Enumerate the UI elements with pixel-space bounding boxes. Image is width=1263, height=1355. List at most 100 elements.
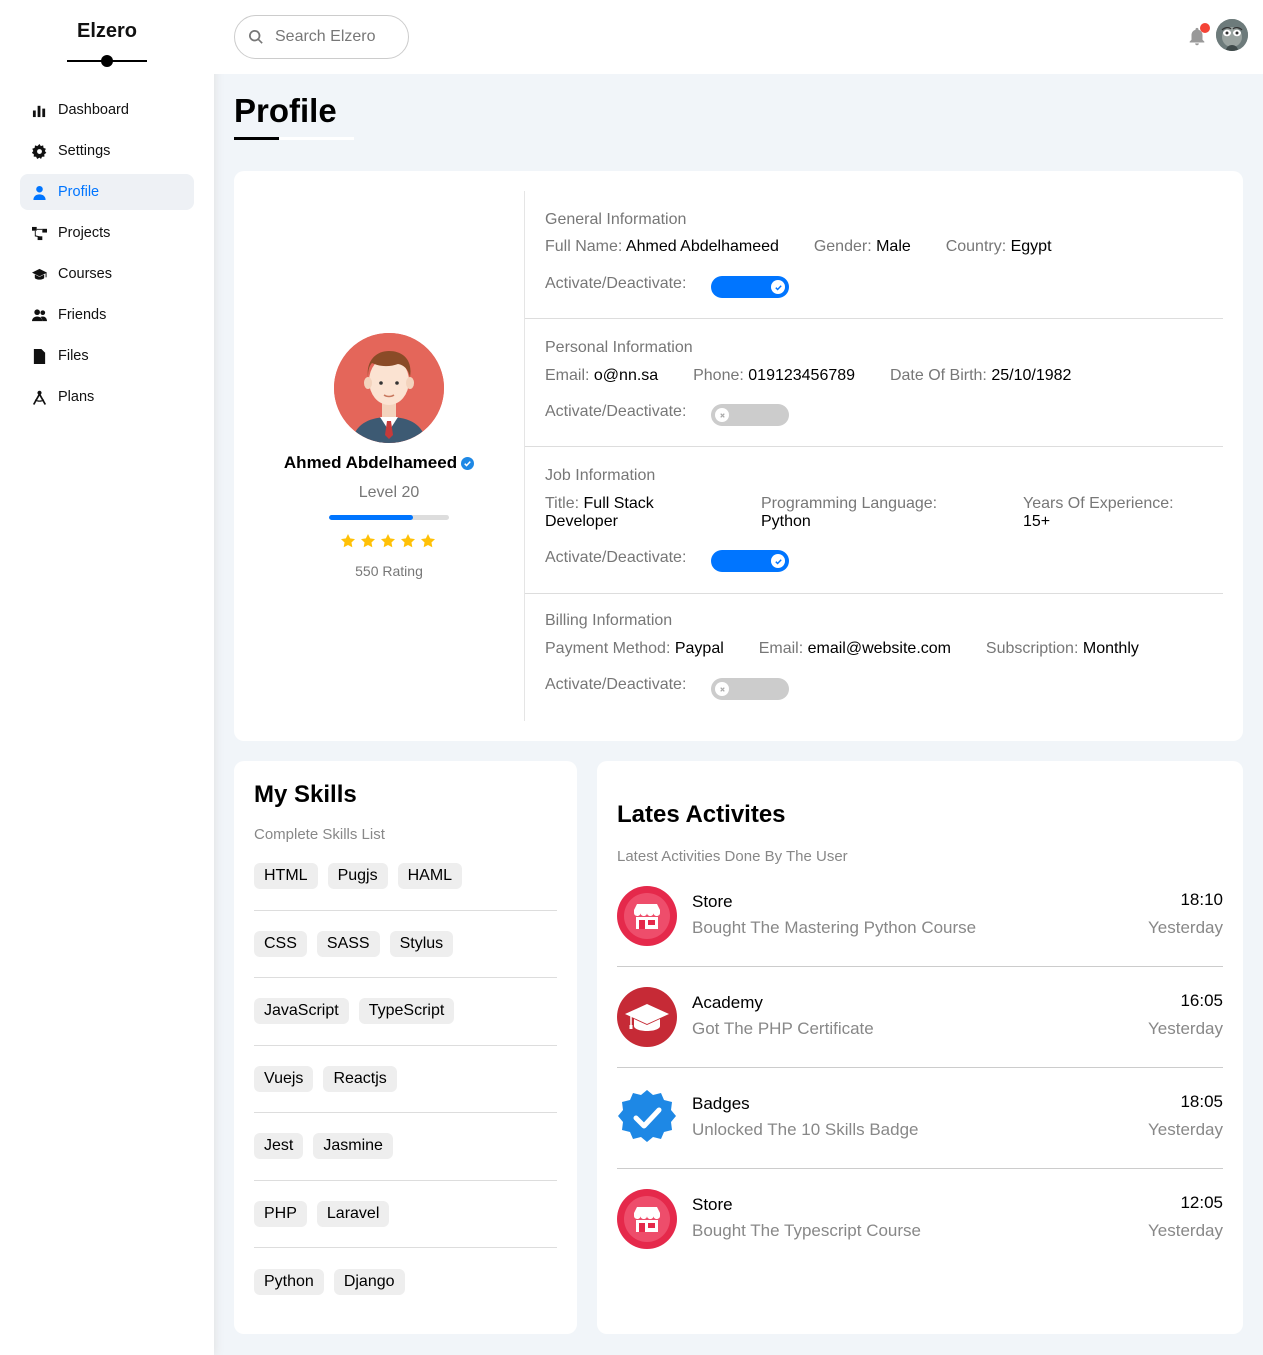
activity-time: 18:10 (1180, 890, 1223, 909)
activity-description: Unlocked The 10 Skills Badge (692, 1120, 919, 1139)
sidebar-item-courses[interactable]: Courses (20, 256, 194, 292)
gender-label: Gender: (813, 238, 872, 255)
skill-tag: SASS (316, 930, 380, 957)
general-toggle[interactable] (711, 276, 789, 298)
dob-value: 25/10/1982 (991, 367, 1072, 384)
search-input[interactable] (275, 28, 395, 46)
years-experience-field: Years Of Experience: 15+ (1023, 495, 1223, 531)
star-icon (381, 534, 395, 548)
activity-day: Yesterday (1148, 1019, 1223, 1038)
top-header (214, 0, 1263, 74)
section-title: Personal Information (545, 339, 693, 356)
sidebar-item-plans[interactable]: Plans (20, 379, 194, 415)
skill-row: JavaScript TypeScript (254, 978, 557, 1046)
skills-card: My Skills Complete Skills List HTML Pugjs… (234, 761, 577, 1334)
skill-tag: Python (254, 1268, 324, 1295)
full-name-value: Ahmed Abdelhameed (625, 238, 779, 255)
search-box[interactable] (234, 15, 409, 59)
sidebar-item-label: Projects (58, 225, 111, 241)
activity-item[interactable]: Store Bought The Typescript Course 12:05 Ye… (617, 1169, 1223, 1270)
job-info-section: Job Information Title: Full Stack Develo… (525, 447, 1223, 594)
activity-time: 18:05 (1180, 1092, 1223, 1111)
star-icon (401, 534, 415, 548)
phone-value: 019123456789 (748, 367, 856, 384)
skill-row: PHP Laravel (254, 1181, 557, 1248)
graduation-cap-icon (30, 265, 48, 283)
phone-label: Phone: (693, 367, 744, 384)
gear-icon (30, 142, 48, 160)
activity-title: Badges (692, 1094, 750, 1113)
toggle-label: Activate/Deactivate: (545, 403, 687, 420)
toggle-label: Activate/Deactivate: (545, 676, 687, 693)
sidebar-item-settings[interactable]: Settings (20, 133, 194, 169)
lang-value: Python (761, 513, 811, 530)
activity-title: Academy (692, 993, 763, 1012)
personal-toggle[interactable] (711, 404, 789, 426)
gender-value: Male (876, 238, 911, 255)
toggle-label: Activate/Deactivate: (545, 275, 687, 292)
billing-email-value: email@website.com (807, 640, 951, 657)
search-icon (249, 30, 263, 44)
email-value: o@nn.sa (593, 367, 659, 384)
x-icon (715, 408, 729, 422)
billing-email-label: Email: (758, 640, 804, 657)
skill-row: Vuejs Reactjs (254, 1046, 557, 1113)
job-title-field: Title: Full Stack Developer (545, 495, 695, 531)
chart-bar-icon (30, 101, 48, 119)
page-title: Profile (234, 92, 337, 129)
skill-tag: Vuejs (254, 1065, 314, 1092)
activity-item[interactable]: Academy Got The PHP Certificate 16:05 Yeste… (617, 967, 1223, 1068)
activity-day: Yesterday (1148, 1120, 1223, 1139)
section-title: Job Information (545, 467, 656, 484)
skills-title: My Skills (254, 781, 357, 808)
skills-subtitle: Complete Skills List (254, 826, 385, 843)
rating-stars (340, 533, 436, 549)
sidebar: Elzero Dashboard Settings Profile Projec… (0, 0, 214, 1355)
skill-tag: HTML (254, 863, 318, 890)
sidebar-item-friends[interactable]: Friends (20, 297, 194, 333)
sidebar-item-projects[interactable]: Projects (20, 215, 194, 251)
lang-label: Programming Language: (761, 495, 938, 512)
years-label: Years Of Experience: (1023, 495, 1174, 512)
academy-icon (617, 987, 677, 1047)
activity-item[interactable]: Badges Unlocked The 10 Skills Badge 18:05 Y… (617, 1068, 1223, 1169)
billing-info-row: Payment Method: Paypal Email: email@webs… (545, 640, 1139, 658)
toggle-label: Activate/Deactivate: (545, 549, 687, 566)
activities-title: Lates Activites (617, 801, 786, 828)
billing-info-section: Billing Information Payment Method: Payp… (525, 594, 1223, 721)
user-icon (30, 183, 48, 201)
activity-item[interactable]: Store Bought The Mastering Python Course 1… (617, 866, 1223, 967)
skill-row: Jest Jasmine (254, 1113, 557, 1181)
sidebar-item-label: Friends (58, 307, 107, 323)
store-icon (617, 1189, 677, 1249)
job-toggle[interactable] (711, 550, 789, 572)
sidebar-item-label: Dashboard (58, 102, 129, 118)
sidebar-item-files[interactable]: Files (20, 338, 194, 374)
avatar[interactable] (1216, 19, 1248, 51)
check-icon (771, 280, 785, 294)
section-title: General Information (545, 211, 687, 228)
compass-drafting-icon (30, 388, 48, 406)
profile-name-row: Ahmed Abdelhameed (234, 453, 524, 473)
star-icon (361, 534, 375, 548)
country-value: Egypt (1010, 238, 1052, 255)
skill-tag: Jest (254, 1133, 304, 1160)
general-info-row: Full Name: Ahmed Abdelhameed Gender: Mal… (545, 238, 1052, 256)
dob-label: Date Of Birth: (889, 367, 987, 384)
payment-label: Payment Method: (545, 640, 671, 657)
activity-day: Yesterday (1148, 918, 1223, 937)
skill-row: HTML Pugjs HAML (254, 843, 557, 911)
skill-tag: Reactjs (323, 1065, 397, 1092)
notification-dot (1200, 23, 1210, 33)
billing-toggle[interactable] (711, 678, 789, 700)
sidebar-item-label: Profile (58, 184, 100, 200)
programming-language-field: Programming Language: Python (761, 495, 981, 531)
level-progress-bar (329, 515, 449, 520)
sidebar-item-label: Files (58, 348, 89, 364)
sidebar-item-profile[interactable]: Profile (20, 174, 194, 210)
store-icon (617, 886, 677, 946)
activity-title: Store (692, 892, 733, 911)
sidebar-item-label: Courses (58, 266, 112, 282)
sidebar-item-dashboard[interactable]: Dashboard (20, 92, 194, 128)
check-icon (771, 554, 785, 568)
